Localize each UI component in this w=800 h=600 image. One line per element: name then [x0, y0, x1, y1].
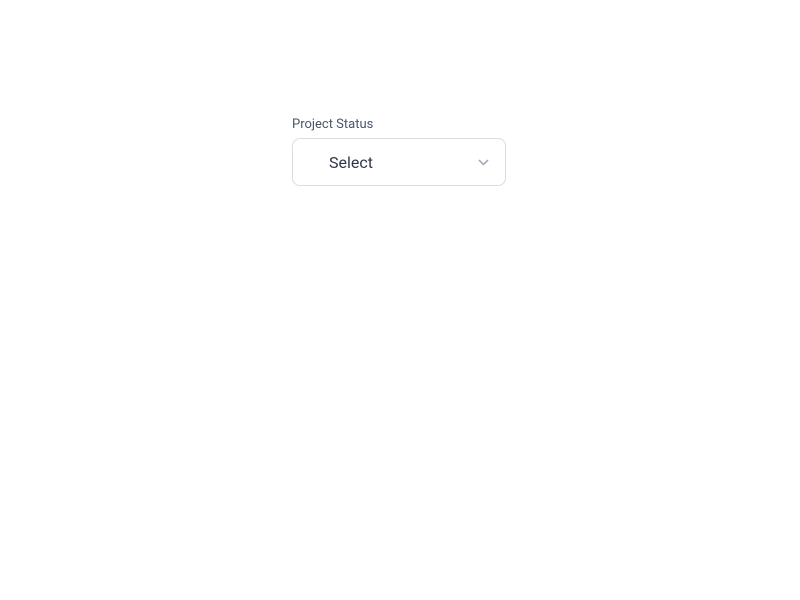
project-status-select[interactable]: Select [292, 138, 506, 186]
dropdown-selected-value: Select [329, 153, 489, 172]
project-status-field: Project Status Select [292, 117, 506, 186]
chevron-down-icon [477, 156, 489, 168]
project-status-label: Project Status [292, 117, 506, 132]
